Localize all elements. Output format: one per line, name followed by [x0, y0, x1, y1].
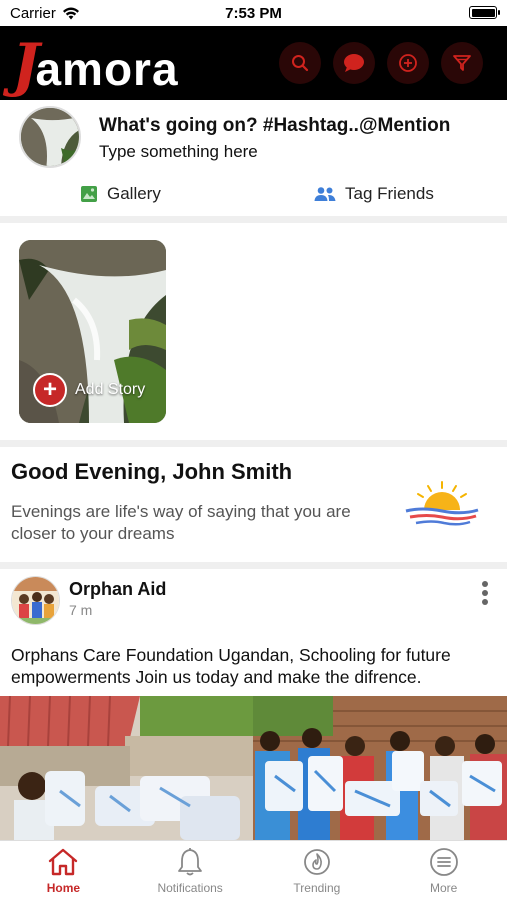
add-story-button[interactable]: + Add Story — [33, 373, 145, 407]
post-avatar[interactable] — [11, 576, 60, 625]
filter-button[interactable] — [441, 42, 483, 84]
post-image[interactable] — [0, 696, 507, 840]
tab-label: Trending — [293, 881, 341, 895]
gallery-label: Gallery — [107, 184, 161, 203]
clock: 7:53 PM — [225, 5, 282, 22]
create-button[interactable] — [387, 42, 429, 84]
post-author[interactable]: Orphan Aid — [69, 579, 166, 600]
messages-button[interactable] — [333, 42, 375, 84]
tab-home[interactable]: Home — [0, 841, 127, 900]
gallery-icon — [81, 186, 97, 202]
tab-trending[interactable]: Trending — [254, 841, 381, 900]
add-story-card[interactable]: + Add Story — [19, 240, 166, 423]
tab-label: Notifications — [157, 881, 223, 895]
post-timestamp: 7 m — [69, 602, 93, 618]
logo-text: amora — [35, 43, 179, 95]
add-story-label: Add Story — [75, 381, 146, 398]
divider — [0, 562, 507, 569]
composer-input[interactable]: Type something here — [99, 142, 258, 162]
more-options-icon[interactable] — [481, 581, 489, 605]
tab-label: More — [429, 881, 458, 895]
filter-icon — [453, 55, 471, 71]
tag-friends-button[interactable]: Tag Friends — [314, 184, 434, 204]
chat-icon — [344, 54, 364, 72]
feed-post: Orphan Aid 7 m Orphans Care Foundation U… — [0, 569, 507, 840]
greeting-title: Good Evening, John Smith — [11, 459, 293, 484]
avatar[interactable] — [19, 106, 81, 168]
greeting-card: Good Evening, John Smith Evenings are li… — [0, 447, 507, 562]
people-icon — [314, 187, 336, 201]
tab-label: Home — [46, 881, 81, 895]
battery-icon — [469, 6, 500, 19]
post-composer: What's going on? #Hashtag..@Mention Type… — [0, 100, 507, 216]
status-bar: Carrier 7:53 PM — [0, 0, 507, 26]
tab-notifications[interactable]: Notifications — [127, 841, 254, 900]
greeting-message: Evenings are life's way of saying that y… — [11, 502, 351, 543]
tag-friends-label: Tag Friends — [345, 184, 434, 203]
flame-icon — [303, 849, 330, 875]
bottom-tab-bar: Home Notifications Trending More — [0, 840, 507, 900]
stories-row: + Add Story — [0, 223, 507, 441]
post-body: Orphans Care Foundation Ugandan, Schooli… — [11, 645, 451, 687]
tab-more[interactable]: More — [380, 841, 507, 900]
composer-prompt[interactable]: What's going on? #Hashtag..@Mention — [99, 115, 450, 137]
home-icon — [49, 848, 78, 876]
divider — [0, 216, 507, 223]
divider — [0, 440, 507, 447]
sunset-icon — [405, 481, 479, 526]
add-circle-icon — [399, 54, 417, 72]
app-logo[interactable]: J amora — [12, 34, 179, 94]
plus-icon: + — [33, 373, 67, 407]
gallery-button[interactable]: Gallery — [80, 184, 161, 204]
search-icon — [292, 55, 309, 72]
app-header: J amora — [0, 26, 507, 100]
search-button[interactable] — [279, 42, 321, 84]
bell-icon — [178, 848, 203, 876]
menu-icon — [429, 848, 458, 876]
